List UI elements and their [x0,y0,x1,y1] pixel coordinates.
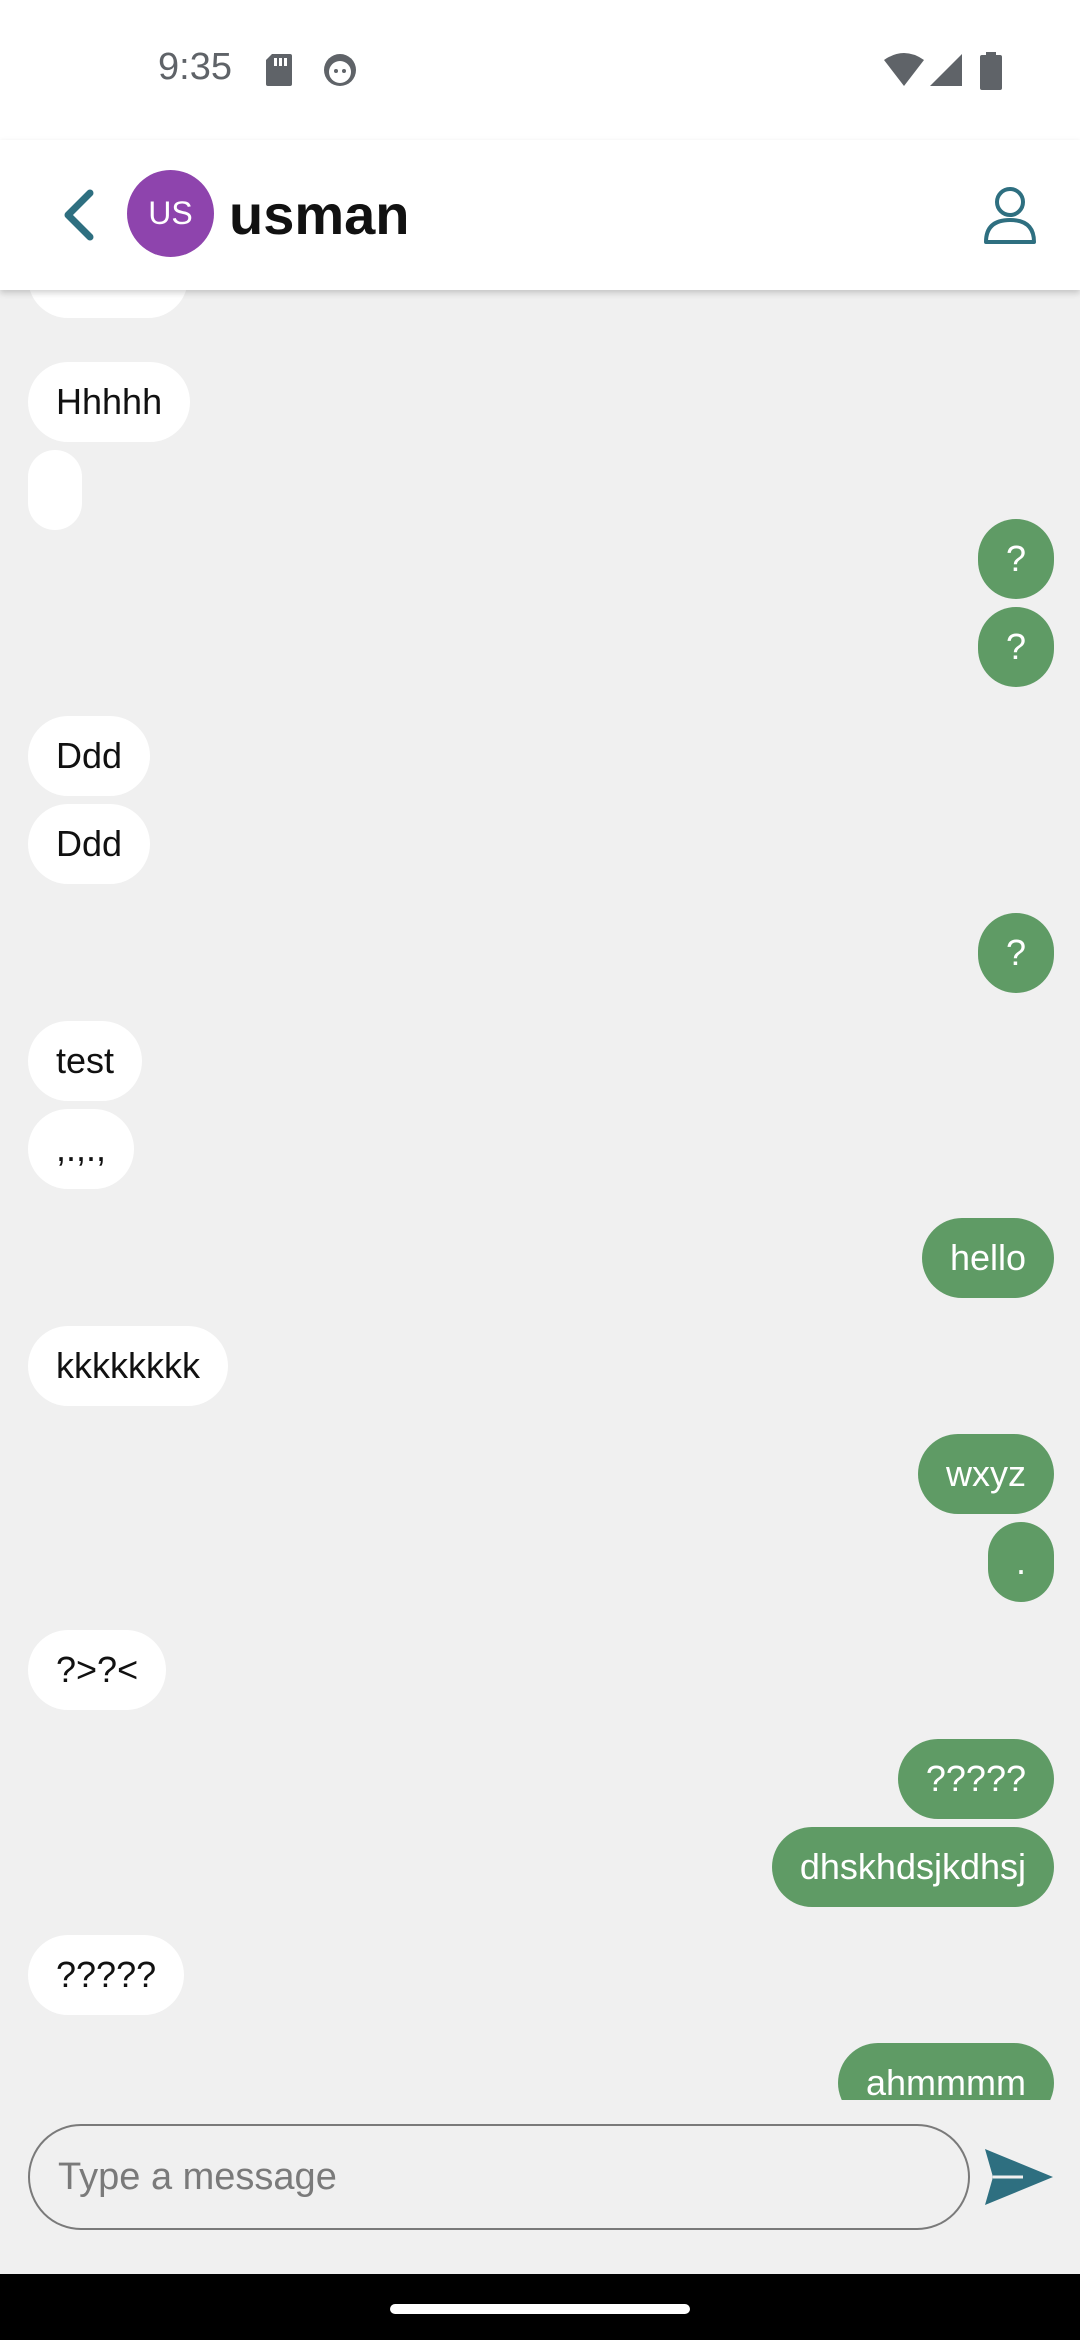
status-bar: 9:35 [0,0,1080,140]
message-bubble-outgoing: ? [977,519,1054,599]
signal-icon [930,54,962,86]
message-bubble-outgoing: ? [977,913,1054,993]
message-bubble-incoming: test [28,1021,143,1101]
home-indicator[interactable] [390,2304,690,2314]
person-icon[interactable] [978,182,1042,246]
message-bubble-incoming: ?>?< [28,1630,167,1710]
message-bubble-incoming: kkkkkkkk [28,1326,228,1406]
message-bubble-incoming [28,450,82,530]
message-bubble-outgoing: wxyz [918,1434,1054,1514]
back-arrow-icon[interactable] [52,185,108,245]
wifi-icon [884,53,924,86]
contact-name[interactable]: usman [229,182,410,247]
message-bubble-outgoing: ahmmmm [838,2043,1054,2100]
system-nav-bar [0,2274,1080,2340]
message-input[interactable]: Type a message [28,2124,970,2230]
message-bubble-incoming: ,.,., [28,1109,135,1189]
send-icon[interactable] [983,2145,1055,2209]
sd-card-icon [266,54,292,86]
message-bubble-incoming: ????? [28,1935,185,2015]
face-icon [324,54,356,86]
avatar[interactable]: US [127,170,214,257]
message-bubble-outgoing: dhskhdsjkdhsj [771,1827,1054,1907]
chat-header: US usman [0,140,1080,290]
message-bubble-incoming: Ddd [28,804,151,884]
message-bubble-outgoing: . [987,1522,1054,1602]
message-bubble-outgoing: ????? [897,1739,1054,1819]
message-bubble-incoming: Ddd [28,716,151,796]
message-bubble-incoming: Hhhhh [28,362,191,442]
status-time: 9:35 [158,46,232,88]
message-bubble-partial [28,290,188,318]
message-bubble-outgoing: hello [921,1218,1054,1298]
message-bubble-outgoing: ? [977,607,1054,687]
message-list[interactable]: Hhhhh ? ? Ddd Ddd ? test ,.,., hello kkk… [0,290,1080,2100]
battery-icon [980,52,1002,90]
